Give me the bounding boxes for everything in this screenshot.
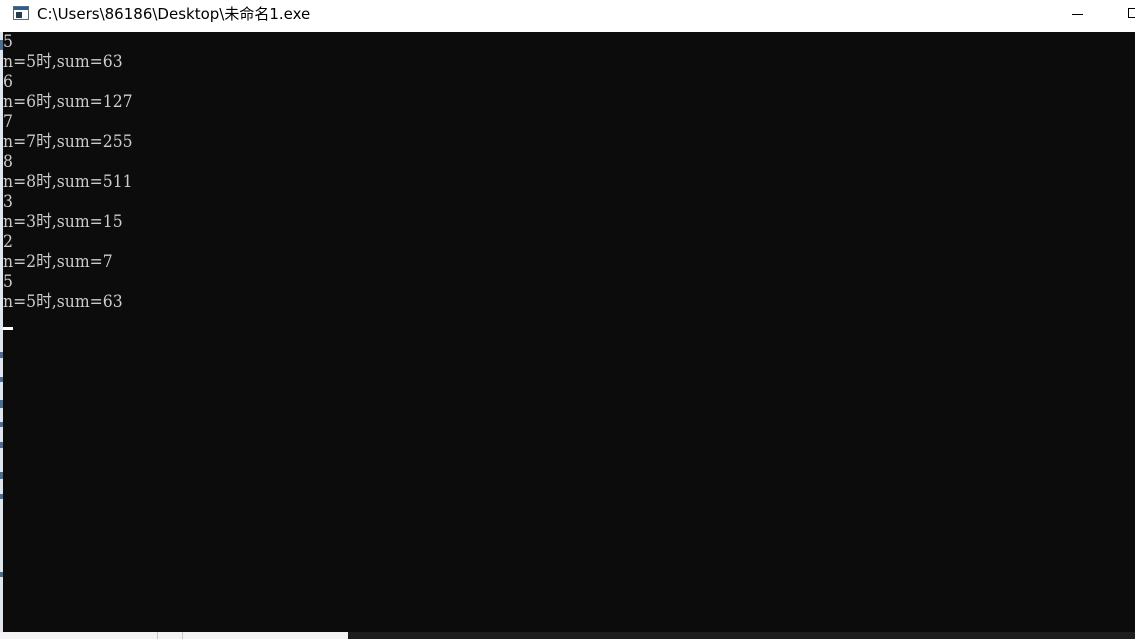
minimize-button[interactable] xyxy=(1054,0,1100,31)
console-line: 7 xyxy=(3,112,13,132)
console-output-area[interactable]: 5 n=5时,sum=63 6 n=6时,sum=127 7 n=7时,sum=255 8 n… xyxy=(3,32,1135,632)
maximize-icon xyxy=(1128,8,1135,18)
console-line: n=5时,sum=63 xyxy=(3,292,123,312)
console-line: n=6时,sum=127 xyxy=(3,92,133,112)
console-lines: 5 n=5时,sum=63 6 n=6时,sum=127 7 n=7时,sum=255 8 n… xyxy=(3,32,144,312)
console-line: 5 xyxy=(3,32,13,52)
window-title: C:\Users\86186\Desktop\未命名1.exe xyxy=(37,5,311,23)
console-line: 5 xyxy=(3,272,13,292)
console-app-icon xyxy=(13,6,29,20)
text-cursor xyxy=(3,327,13,330)
console-line: n=2时,sum=7 xyxy=(3,252,113,272)
minimize-icon xyxy=(1072,14,1083,15)
console-line: n=7时,sum=255 xyxy=(3,132,133,152)
console-line: 2 xyxy=(3,232,13,252)
console-line: 8 xyxy=(3,152,13,172)
console-line: 3 xyxy=(3,192,13,212)
console-line: n=3时,sum=15 xyxy=(3,212,123,232)
console-line: 6 xyxy=(3,72,13,92)
console-line: n=8时,sum=511 xyxy=(3,172,133,192)
taskbar-edge xyxy=(0,632,1135,639)
title-bar[interactable]: C:\Users\86186\Desktop\未命名1.exe xyxy=(0,0,1135,31)
console-line: n=5时,sum=63 xyxy=(3,52,123,72)
maximize-button[interactable] xyxy=(1110,0,1135,31)
console-window: C:\Users\86186\Desktop\未命名1.exe 5 n=5时,su… xyxy=(0,0,1135,639)
